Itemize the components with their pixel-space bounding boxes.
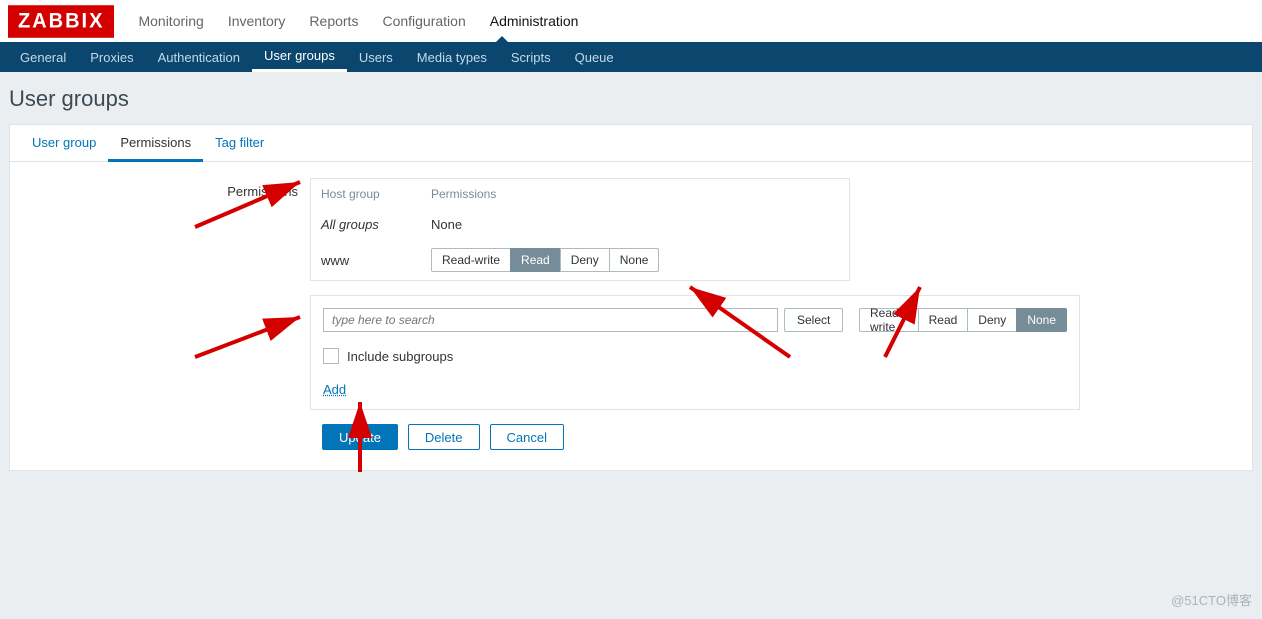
- submenu-proxies[interactable]: Proxies: [78, 42, 145, 72]
- tabs: User group Permissions Tag filter: [10, 125, 1252, 162]
- tab-permissions[interactable]: Permissions: [108, 125, 203, 162]
- delete-button[interactable]: Delete: [408, 424, 480, 450]
- seg-read-write[interactable]: Read-write: [431, 248, 511, 272]
- cancel-button[interactable]: Cancel: [490, 424, 564, 450]
- seg-deny[interactable]: Deny: [560, 248, 610, 272]
- submenu-general[interactable]: General: [8, 42, 78, 72]
- table-header: Host group Permissions: [311, 179, 849, 209]
- sub-bar: General Proxies Authentication User grou…: [0, 42, 1262, 72]
- search-input[interactable]: [323, 308, 778, 332]
- addseg-read[interactable]: Read: [918, 308, 969, 332]
- content-panel: User group Permissions Tag filter Permis…: [9, 124, 1253, 471]
- addseg-none[interactable]: None: [1016, 308, 1067, 332]
- add-segmented: Read-write Read Deny None: [859, 308, 1067, 332]
- topmenu-configuration[interactable]: Configuration: [370, 0, 477, 42]
- header-permissions: Permissions: [431, 187, 839, 201]
- topmenu-inventory[interactable]: Inventory: [216, 0, 298, 42]
- update-button[interactable]: Update: [322, 424, 398, 450]
- addseg-deny[interactable]: Deny: [967, 308, 1017, 332]
- seg-none[interactable]: None: [609, 248, 660, 272]
- cell-all-groups: All groups: [321, 217, 431, 232]
- cell-www: www: [321, 253, 431, 268]
- form-area: Permissions Host group Permissions All g…: [10, 162, 1252, 470]
- cell-all-perm: None: [431, 217, 839, 232]
- page: User groups User group Permissions Tag f…: [0, 72, 1262, 481]
- perm-segmented: Read-write Read Deny None: [431, 248, 659, 272]
- page-title: User groups: [9, 86, 1253, 112]
- submenu-media-types[interactable]: Media types: [405, 42, 499, 72]
- table-row: All groups None: [311, 209, 849, 240]
- logo: ZABBIX: [8, 5, 114, 38]
- seg-read[interactable]: Read: [510, 248, 561, 272]
- include-subgroups-row[interactable]: Include subgroups: [323, 348, 1067, 364]
- include-subgroups-checkbox[interactable]: [323, 348, 339, 364]
- include-subgroups-label: Include subgroups: [347, 349, 453, 364]
- submenu-users[interactable]: Users: [347, 42, 405, 72]
- submenu-authentication[interactable]: Authentication: [146, 42, 252, 72]
- submenu-scripts[interactable]: Scripts: [499, 42, 563, 72]
- submenu-user-groups[interactable]: User groups: [252, 42, 347, 72]
- cell-www-perm: Read-write Read Deny None: [431, 248, 839, 272]
- tab-tag-filter[interactable]: Tag filter: [203, 125, 276, 161]
- select-button[interactable]: Select: [784, 308, 843, 332]
- action-buttons: Update Delete Cancel: [322, 424, 1242, 450]
- topmenu-reports[interactable]: Reports: [297, 0, 370, 42]
- active-pointer-icon: [495, 36, 509, 43]
- empty-label: [20, 295, 310, 301]
- permissions-table: Host group Permissions All groups None w…: [310, 178, 850, 281]
- topmenu-monitoring[interactable]: Monitoring: [126, 0, 215, 42]
- permissions-label: Permissions: [20, 178, 310, 199]
- add-box: Select Read-write Read Deny None Include…: [310, 295, 1080, 410]
- table-row: www Read-write Read Deny None: [311, 240, 849, 280]
- top-menu: Monitoring Inventory Reports Configurati…: [126, 0, 590, 42]
- header-host-group: Host group: [321, 187, 431, 201]
- top-bar: ZABBIX Monitoring Inventory Reports Conf…: [0, 0, 1262, 42]
- submenu-queue[interactable]: Queue: [563, 42, 626, 72]
- permissions-row: Permissions Host group Permissions All g…: [20, 178, 1242, 281]
- add-row: Select Read-write Read Deny None Include…: [20, 295, 1242, 410]
- tab-user-group[interactable]: User group: [20, 125, 108, 161]
- add-box-controls: Select Read-write Read Deny None: [323, 308, 1067, 332]
- add-link[interactable]: Add: [323, 382, 346, 397]
- addseg-read-write[interactable]: Read-write: [859, 308, 919, 332]
